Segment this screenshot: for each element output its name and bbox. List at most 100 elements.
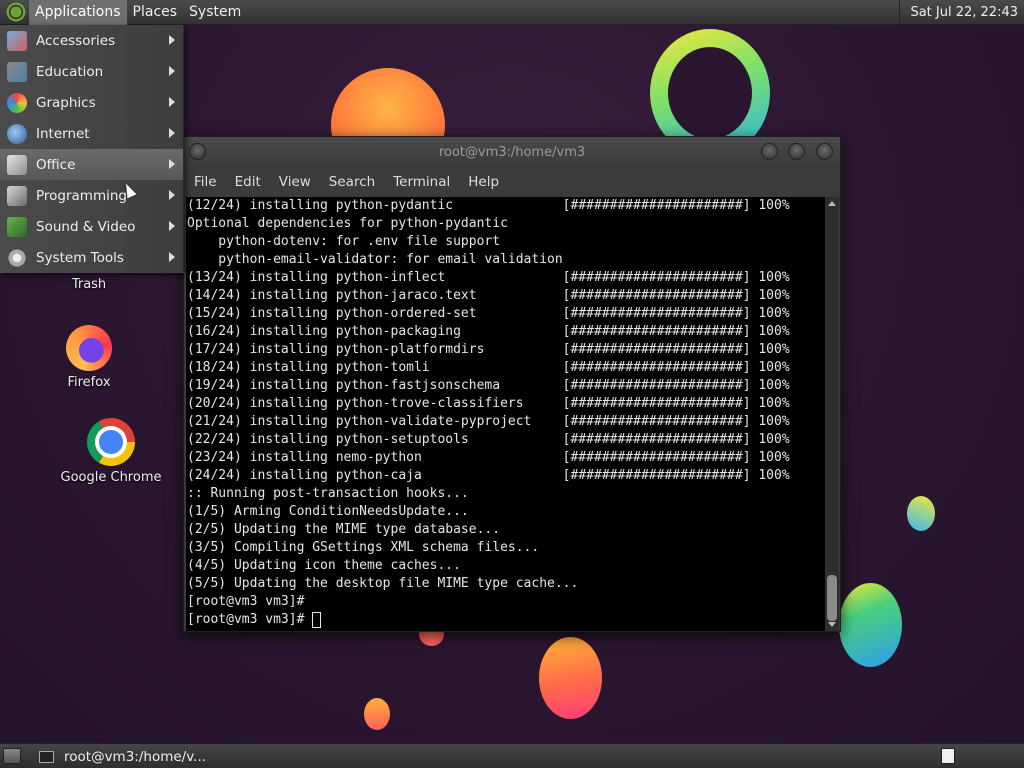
taskbar-label: root@vm3:/home/v... — [64, 748, 207, 765]
desktop-icon-google-chrome[interactable]: Google Chrome — [56, 418, 166, 485]
education-icon — [7, 61, 27, 82]
submenu-arrow-icon — [169, 66, 175, 76]
menu-item-label: System Tools — [36, 249, 124, 266]
terminal-line: (2/5) Updating the MIME type database... — [187, 522, 501, 537]
terminal-line: (21/24) installing python-validate-pypro… — [187, 414, 790, 429]
menu-applications[interactable]: Applications — [29, 0, 127, 25]
desktop-icon-label: Trash — [71, 277, 107, 292]
submenu-arrow-icon — [169, 97, 175, 107]
terminal-line: python-email-validator: for email valida… — [187, 252, 563, 267]
office-icon — [7, 154, 27, 175]
menu-item-label: Accessories — [36, 32, 116, 49]
terminal-line: (12/24) installing python-pydantic [####… — [187, 198, 790, 213]
menu-item-accessories[interactable]: Accessories — [0, 25, 183, 56]
menu-system[interactable]: System — [183, 0, 247, 25]
menu-item-label: Office — [36, 156, 76, 173]
close-button[interactable] — [816, 143, 833, 160]
terminal-line: (24/24) installing python-caja [########… — [187, 468, 790, 483]
minimize-button[interactable] — [761, 143, 778, 160]
terminal-icon — [39, 750, 54, 763]
menu-item-label: Education — [36, 63, 104, 80]
programming-icon — [7, 185, 27, 206]
wallpaper-tiny-egg — [364, 698, 390, 730]
terminal-line: [root@vm3 vm3]# — [187, 594, 305, 609]
window-title: root@vm3:/home/vm3 — [438, 145, 586, 160]
terminal-line: (23/24) installing nemo-python [########… — [187, 450, 790, 465]
terminal-prompt: [root@vm3 vm3]# — [187, 612, 313, 627]
chrome-icon — [87, 418, 135, 466]
terminal-line: :: Running post-transaction hooks... — [187, 486, 469, 501]
menu-item-label: Sound & Video — [36, 218, 136, 235]
menu-item-sound-video[interactable]: Sound & Video — [0, 211, 183, 242]
terminal-line: Optional dependencies for python-pydanti… — [187, 216, 508, 231]
menu-view[interactable]: View — [273, 174, 317, 190]
internet-icon — [7, 123, 27, 144]
terminal-line: (3/5) Compiling GSettings XML schema fil… — [187, 540, 540, 555]
clock[interactable]: Sat Jul 22, 22:43 — [899, 0, 1024, 25]
sound-video-icon — [7, 216, 27, 237]
window-menu-button[interactable] — [189, 143, 206, 160]
menu-terminal[interactable]: Terminal — [387, 174, 456, 190]
menu-places[interactable]: Places — [127, 0, 184, 25]
wallpaper-blue-egg — [839, 583, 902, 667]
terminal-line: (15/24) installing python-ordered-set [#… — [187, 306, 790, 321]
menu-item-system-tools[interactable]: System Tools — [0, 242, 183, 273]
distro-logo-icon[interactable] — [5, 1, 27, 23]
terminal-line: (4/5) Updating icon theme caches... — [187, 558, 461, 573]
terminal-window[interactable]: root@vm3:/home/vm3 File Edit View Search… — [183, 136, 841, 632]
terminal-output[interactable]: (12/24) installing python-pydantic [####… — [186, 197, 826, 631]
terminal-line: (17/24) installing python-platformdirs [… — [187, 342, 790, 357]
submenu-arrow-icon — [169, 35, 175, 45]
applications-menu: Accessories Education Graphics Internet … — [0, 25, 184, 273]
menu-item-programming[interactable]: Programming — [0, 180, 183, 211]
terminal-line: (14/24) installing python-jaraco.text [#… — [187, 288, 790, 303]
terminal-line: (20/24) installing python-trove-classifi… — [187, 396, 790, 411]
terminal-line: (22/24) installing python-setuptools [##… — [187, 432, 790, 447]
terminal-line: python-dotenv: for .env file support — [187, 234, 501, 249]
menu-item-label: Programming — [36, 187, 127, 204]
menu-edit[interactable]: Edit — [229, 174, 267, 190]
accessories-icon — [7, 30, 27, 51]
terminal-line: (13/24) installing python-inflect [#####… — [187, 270, 790, 285]
top-panel: Applications Places System Sat Jul 22, 2… — [0, 0, 1024, 25]
menu-file[interactable]: File — [188, 174, 223, 190]
taskbar-button-terminal[interactable]: root@vm3:/home/v... — [33, 745, 303, 768]
menu-search[interactable]: Search — [323, 174, 381, 190]
menu-item-label: Internet — [36, 125, 90, 142]
terminal-menubar: File Edit View Search Terminal Help — [184, 168, 840, 196]
text-cursor — [312, 611, 322, 628]
terminal-scrollbar[interactable] — [825, 197, 839, 631]
wallpaper-egg — [539, 637, 602, 719]
submenu-arrow-icon — [169, 159, 175, 169]
scroll-up-arrow-icon[interactable] — [828, 201, 836, 206]
menu-item-office[interactable]: Office — [0, 149, 183, 180]
workspace-switcher[interactable] — [941, 748, 955, 764]
desktop-icon-label: Google Chrome — [60, 470, 162, 485]
desktop-icon-label: Firefox — [67, 375, 111, 390]
submenu-arrow-icon — [169, 128, 175, 138]
terminal-line: (5/5) Updating the desktop file MIME typ… — [187, 576, 579, 591]
scrollbar-thumb[interactable] — [827, 575, 837, 621]
desktop-icon-firefox[interactable]: Firefox — [34, 325, 144, 390]
wallpaper-small-egg — [907, 496, 935, 531]
menu-item-label: Graphics — [36, 94, 96, 111]
firefox-icon — [66, 325, 112, 371]
terminal-prompt-line[interactable]: [root@vm3 vm3]# — [186, 611, 826, 629]
submenu-arrow-icon — [169, 252, 175, 262]
window-titlebar[interactable]: root@vm3:/home/vm3 — [184, 137, 840, 168]
submenu-arrow-icon — [169, 190, 175, 200]
submenu-arrow-icon — [169, 221, 175, 231]
system-tools-icon — [7, 247, 27, 268]
scroll-down-arrow-icon[interactable] — [828, 622, 836, 627]
show-desktop-button[interactable] — [3, 748, 21, 764]
menu-item-education[interactable]: Education — [0, 56, 183, 87]
menu-help[interactable]: Help — [462, 174, 505, 190]
terminal-line: (16/24) installing python-packaging [###… — [187, 324, 790, 339]
desktop-icon-trash[interactable]: Trash — [34, 277, 144, 292]
graphics-icon — [7, 92, 27, 113]
terminal-line: (19/24) installing python-fastjsonschema… — [187, 378, 790, 393]
menu-item-graphics[interactable]: Graphics — [0, 87, 183, 118]
maximize-button[interactable] — [788, 143, 805, 160]
menu-item-internet[interactable]: Internet — [0, 118, 183, 149]
terminal-line: (18/24) installing python-tomli [#######… — [187, 360, 790, 375]
